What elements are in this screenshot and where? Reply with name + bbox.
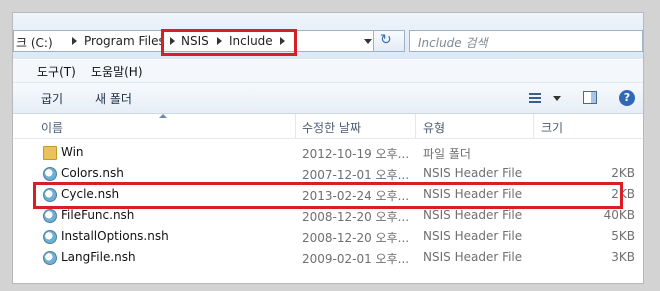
- nsh-file-icon: [43, 251, 57, 265]
- file-date: 2009-02-01 오후...: [302, 252, 410, 266]
- file-name: FileFunc.nsh: [61, 208, 135, 222]
- command-toolbar: 굽기 새 폴더 ?: [13, 83, 643, 114]
- file-row-langfile[interactable]: LangFile.nsh 2009-02-01 오후... NSIS Heade…: [13, 248, 643, 268]
- refresh-button[interactable]: ↻: [373, 30, 405, 52]
- file-name: Colors.nsh: [61, 166, 124, 180]
- nsh-file-icon: [43, 230, 57, 244]
- file-size: 2KB: [611, 166, 635, 180]
- menu-bar: 도구(T) 도움말(H): [13, 60, 643, 83]
- chevron-down-icon[interactable]: [364, 39, 372, 44]
- explorer-window: 크 (C:) Program Files NSIS Include ↻ Incl…: [12, 12, 644, 284]
- file-type: 파일 폴더: [423, 147, 471, 161]
- file-name: LangFile.nsh: [61, 250, 136, 264]
- file-size: 3KB: [611, 250, 635, 264]
- file-size: 40KB: [603, 208, 635, 222]
- preview-pane-icon[interactable]: [583, 91, 597, 104]
- file-type: NSIS Header File: [423, 166, 523, 180]
- column-header-date[interactable]: 수정한 날짜: [302, 119, 361, 136]
- address-bar-area: 크 (C:) Program Files NSIS Include ↻ Incl…: [13, 13, 643, 59]
- nsh-file-icon: [43, 209, 57, 223]
- column-header-type[interactable]: 유형: [423, 119, 445, 136]
- file-size: 5KB: [611, 229, 635, 243]
- highlight-box-breadcrumb: [161, 29, 297, 56]
- file-date: 2007-12-01 오후...: [302, 168, 410, 182]
- file-date: 2008-12-20 오후...: [302, 231, 410, 245]
- breadcrumb-drive[interactable]: 크 (C:): [16, 34, 53, 51]
- column-header-name[interactable]: 이름: [41, 119, 63, 136]
- file-type: NSIS Header File: [423, 250, 523, 264]
- folder-icon: [43, 146, 57, 160]
- menu-tools[interactable]: 도구(T): [37, 63, 76, 80]
- search-input[interactable]: Include 검색: [409, 30, 643, 52]
- column-divider[interactable]: [295, 114, 296, 138]
- column-divider[interactable]: [415, 114, 416, 138]
- search-placeholder: Include 검색: [418, 36, 488, 50]
- highlight-box-cycle-row: [33, 182, 623, 209]
- file-row-colors[interactable]: Colors.nsh 2007-12-01 오후... NSIS Header …: [13, 164, 643, 184]
- file-row-installoptions[interactable]: InstallOptions.nsh 2008-12-20 오후... NSIS…: [13, 227, 643, 247]
- view-details-icon[interactable]: [529, 93, 541, 103]
- file-type: NSIS Header File: [423, 208, 523, 222]
- sort-ascending-icon: [159, 114, 167, 118]
- screenshot-frame: 크 (C:) Program Files NSIS Include ↻ Incl…: [0, 0, 660, 291]
- menu-help[interactable]: 도움말(H): [91, 63, 143, 80]
- file-type: NSIS Header File: [423, 229, 523, 243]
- nsh-file-icon: [43, 167, 57, 181]
- burn-button[interactable]: 굽기: [41, 90, 63, 107]
- column-header-row: 이름 수정한 날짜 유형 크기: [13, 114, 643, 139]
- refresh-icon: ↻: [380, 32, 392, 48]
- file-name: Win: [61, 145, 84, 159]
- column-divider[interactable]: [533, 114, 534, 138]
- help-icon[interactable]: ?: [619, 90, 635, 106]
- file-name: InstallOptions.nsh: [61, 229, 169, 243]
- file-date: 2012-10-19 오후...: [302, 147, 410, 161]
- new-folder-button[interactable]: 새 폴더: [95, 90, 132, 107]
- file-row-filefunc[interactable]: FileFunc.nsh 2008-12-20 오후... NSIS Heade…: [13, 206, 643, 226]
- breadcrumb-separator-icon[interactable]: [72, 37, 77, 45]
- file-date: 2008-12-20 오후...: [302, 210, 410, 224]
- file-row-win[interactable]: Win 2012-10-19 오후... 파일 폴더: [13, 143, 643, 163]
- chevron-down-icon[interactable]: [553, 96, 561, 101]
- column-header-size[interactable]: 크기: [541, 119, 563, 136]
- breadcrumb-program-files[interactable]: Program Files: [84, 34, 165, 48]
